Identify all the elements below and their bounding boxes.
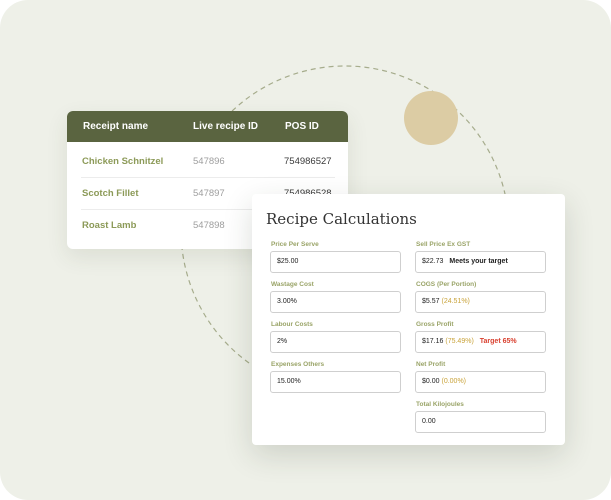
gross-profit-label: Gross Profit	[416, 321, 454, 328]
sell-price-note: Meets your target	[449, 258, 508, 265]
gross-profit-field[interactable]: $17.16 (75.49%) Target 65%	[415, 331, 546, 353]
gross-profit-value: $17.16	[422, 338, 444, 345]
net-profit-value: $0.00	[422, 378, 440, 385]
sell-price-value: $22.73	[422, 258, 444, 265]
live-recipe-id-cell: 547897	[193, 188, 225, 199]
table-row[interactable]: Chicken Schnitzel 547896 754986527	[81, 146, 335, 178]
total-kilojoules-label: Total Kilojoules	[416, 401, 464, 408]
wastage-cost-field[interactable]: 3.00%	[270, 291, 401, 313]
sell-price-field[interactable]: $22.73 Meets your target	[415, 251, 546, 273]
wastage-cost-label: Wastage Cost	[271, 281, 314, 288]
labour-costs-label: Labour Costs	[271, 321, 313, 328]
receipt-name-cell: Roast Lamb	[82, 220, 137, 231]
column-header-pos-id: POS ID	[285, 121, 319, 132]
illustration-background: Receipt name Live recipe ID POS ID Chick…	[0, 0, 611, 500]
price-per-serve-value: $25.00	[277, 258, 299, 265]
price-per-serve-label: Price Per Serve	[271, 241, 319, 248]
expenses-others-field[interactable]: 15.00%	[270, 371, 401, 393]
live-recipe-id-cell: 547898	[193, 220, 225, 231]
recipe-calculations-card: Recipe Calculations Price Per Serve $25.…	[252, 194, 565, 445]
gross-profit-target: Target 65%	[479, 338, 517, 345]
total-kilojoules-value: 0.00	[422, 418, 436, 425]
labour-costs-field[interactable]: 2%	[270, 331, 401, 353]
sell-price-label: Sell Price Ex GST	[416, 241, 471, 248]
column-header-live-recipe-id: Live recipe ID	[193, 121, 259, 132]
net-profit-field[interactable]: $0.00 (0.00%)	[415, 371, 546, 393]
tan-circle-decoration	[404, 91, 458, 145]
net-profit-label: Net Profit	[416, 361, 446, 368]
net-profit-percent: (0.00%)	[441, 378, 466, 385]
cogs-label: COGS (Per Portion)	[416, 281, 477, 288]
cogs-value: $5.57	[422, 298, 440, 305]
receipt-name-cell: Chicken Schnitzel	[82, 156, 164, 167]
cogs-percent: (24.51%)	[441, 298, 470, 305]
labour-costs-value: 2%	[277, 338, 288, 345]
calculations-title: Recipe Calculations	[266, 210, 417, 228]
cogs-field[interactable]: $5.57 (24.51%)	[415, 291, 546, 313]
gross-profit-percent: (75.49%)	[445, 338, 474, 345]
total-kilojoules-field[interactable]: 0.00	[415, 411, 546, 433]
live-recipe-id-cell: 547896	[193, 156, 225, 167]
receipt-name-cell: Scotch Fillet	[82, 188, 139, 199]
expenses-others-label: Expenses Others	[271, 361, 325, 368]
column-header-receipt-name: Receipt name	[83, 121, 149, 132]
expenses-others-value: 15.00%	[277, 378, 301, 385]
pos-id-cell: 754986527	[284, 156, 332, 167]
price-per-serve-field[interactable]: $25.00	[270, 251, 401, 273]
wastage-cost-value: 3.00%	[277, 298, 297, 305]
table-header: Receipt name Live recipe ID POS ID	[67, 111, 348, 142]
